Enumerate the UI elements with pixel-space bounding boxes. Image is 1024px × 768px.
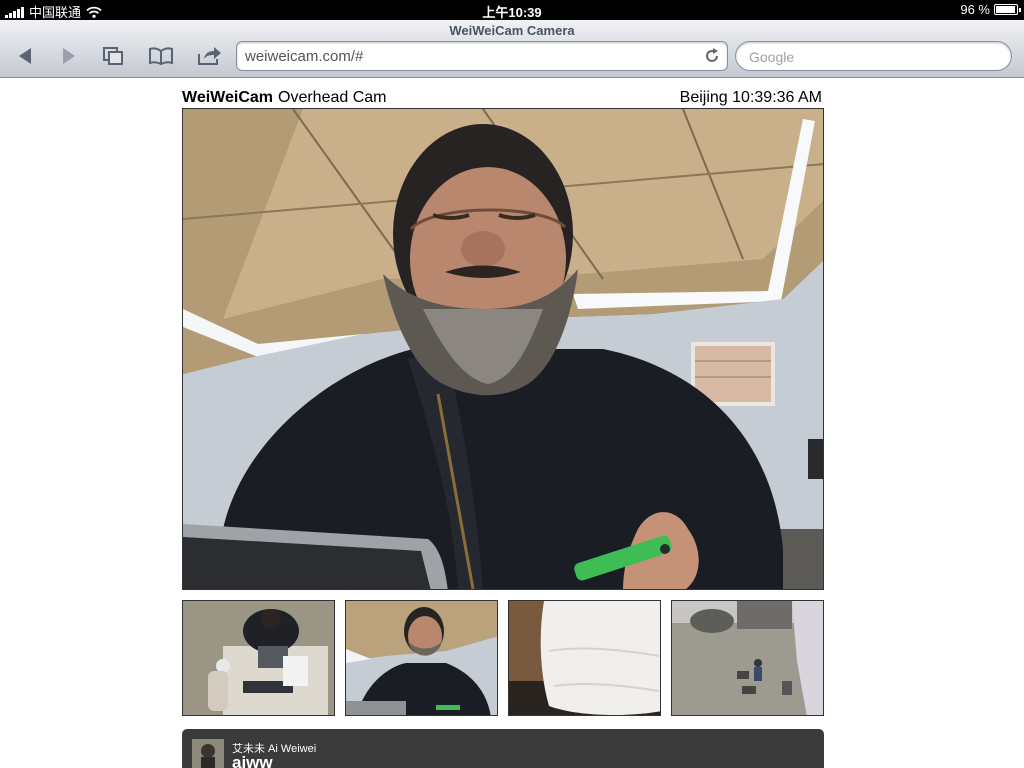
pages-icon [103,47,123,65]
url-text: weiweicam.com/# [245,48,364,65]
forward-button[interactable] [56,44,82,68]
thumb-camera-1[interactable] [182,600,335,716]
thumb-image-desk [183,601,334,715]
forward-icon [63,48,75,64]
thumb-image-overhead [346,601,497,715]
status-bar: 中国联通 上午10:39 96 % [0,0,1024,20]
main-camera-view[interactable] [182,108,824,590]
pages-button[interactable] [100,44,126,68]
camera-name: Overhead Cam [278,89,387,106]
site-brand: WeiWeiCam [182,89,273,106]
share-button[interactable] [196,44,222,68]
status-bar-right: 96 % [960,2,1021,17]
share-icon [198,47,221,65]
bookmarks-icon [149,47,173,65]
search-placeholder: Google [749,49,795,65]
avatar-image [192,739,224,768]
profile-handle[interactable]: aiww [232,753,273,768]
page-title: WeiWeiCam Camera [449,23,575,38]
browser-toolbar: WeiWeiCam Camera weiweicam.com/# Google [0,20,1024,78]
thumb-image-courtyard [672,601,823,715]
address-bar[interactable]: weiweicam.com/# [236,41,728,71]
camera-header: WeiWeiCam Overhead Cam Beijing 10:39:36 A… [182,89,824,107]
avatar [192,739,224,768]
status-time: 上午10:39 [482,5,542,20]
camera-feed-image [183,109,823,589]
search-input[interactable]: Google [735,41,1012,71]
battery-percent: 96 % [960,2,990,17]
bookmarks-button[interactable] [148,44,174,68]
back-button[interactable] [12,44,38,68]
battery-icon [994,4,1021,15]
thumb-camera-2[interactable] [345,600,498,716]
thumb-image-bed [509,601,660,715]
thumb-camera-3[interactable] [508,600,661,716]
back-icon [19,48,31,64]
thumb-camera-4[interactable] [671,600,824,716]
twitter-profile-card[interactable]: 艾未未 Ai Weiwei aiww [182,729,824,768]
beijing-clock: Beijing 10:39:36 AM [679,89,822,106]
reload-icon[interactable] [703,47,721,65]
